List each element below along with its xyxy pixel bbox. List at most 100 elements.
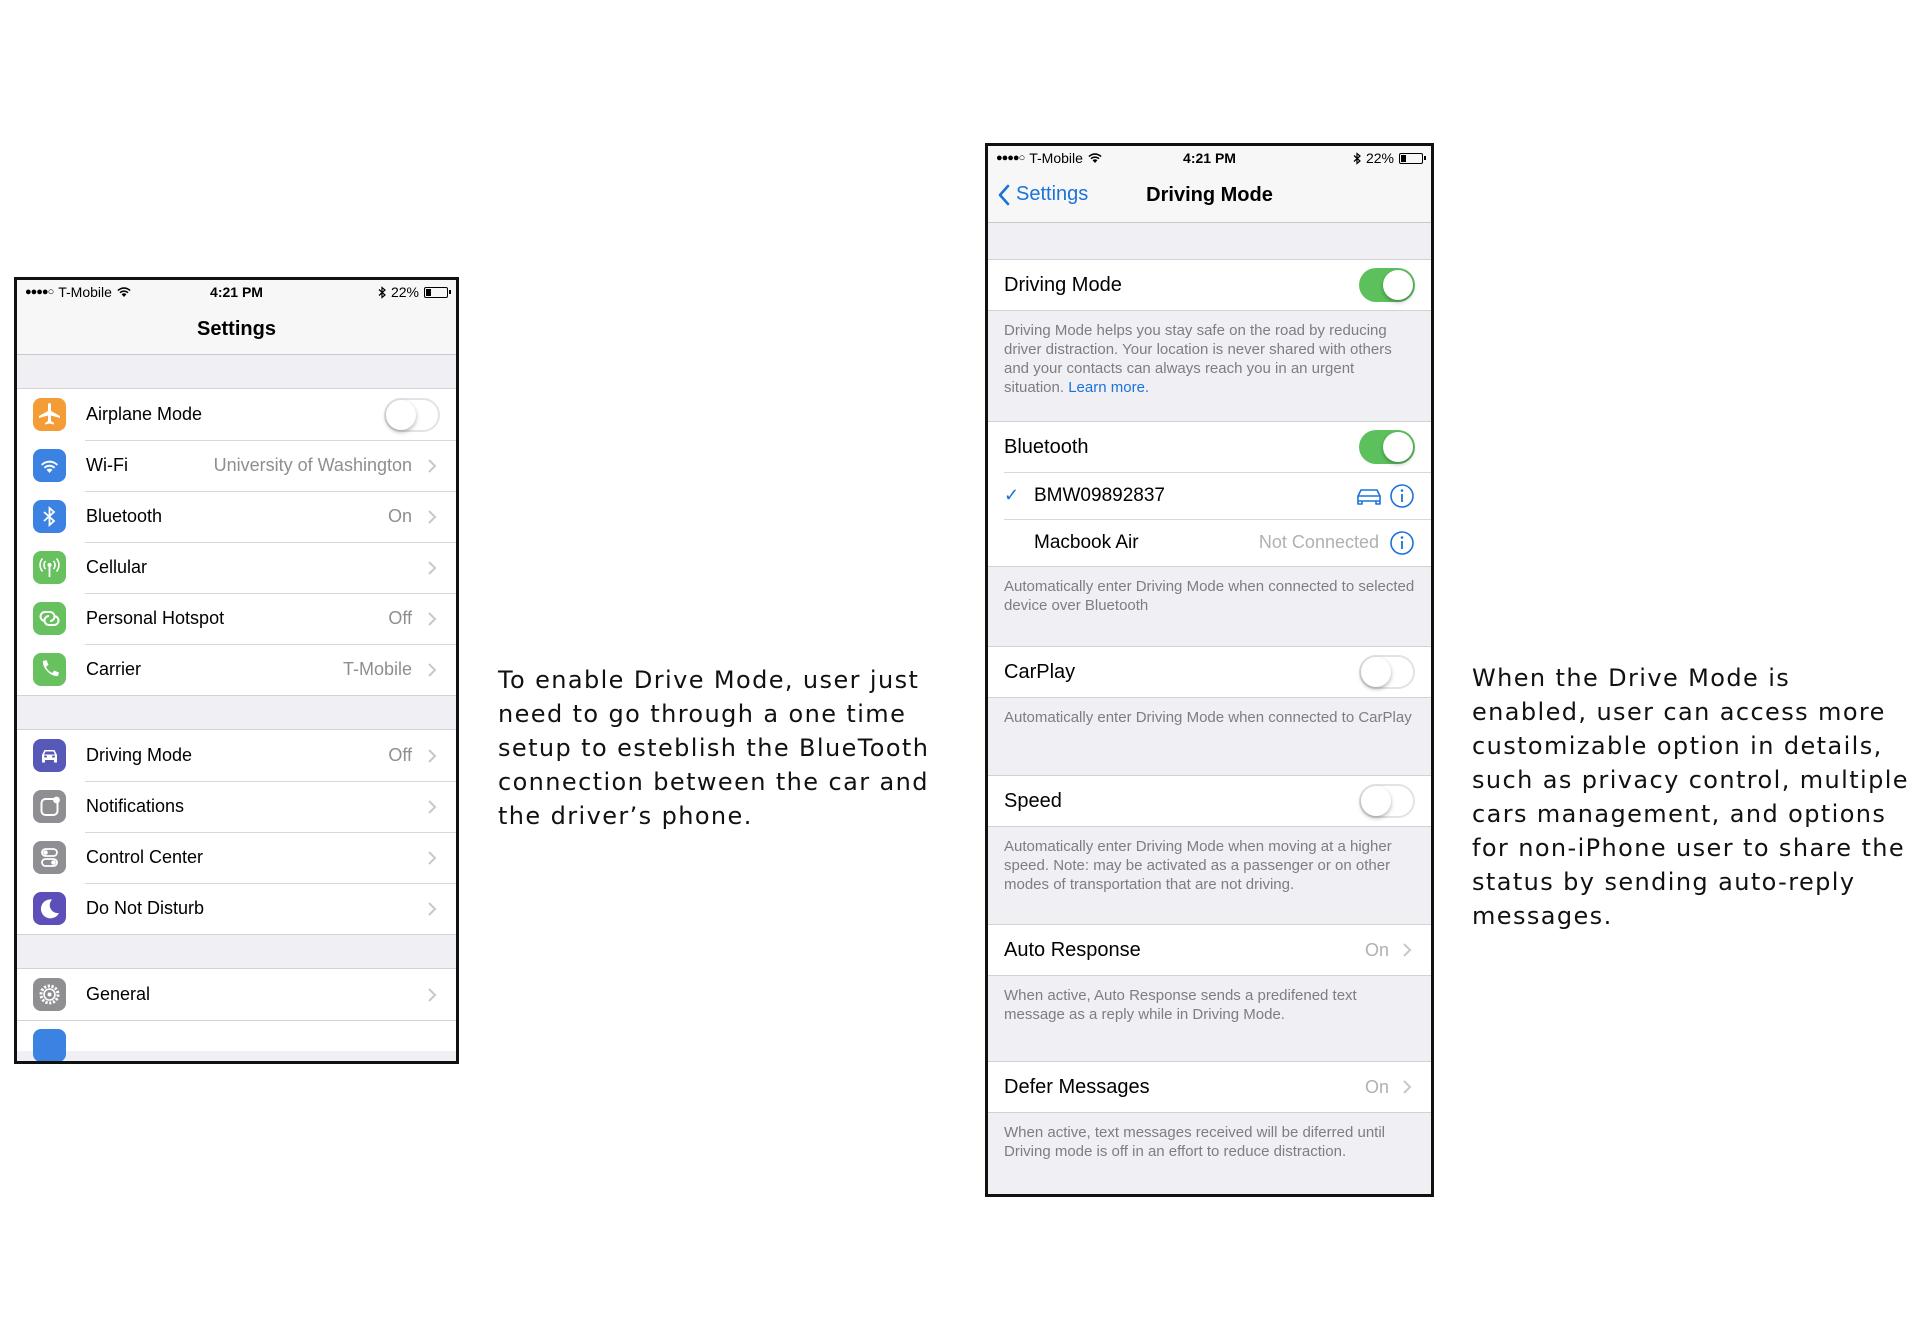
airplane-mode-toggle[interactable] [384, 397, 440, 432]
row-value: University of Washington [213, 455, 412, 475]
battery-percent: 22% [390, 284, 419, 300]
notifications-icon [33, 790, 66, 823]
bluetooth-status-icon [1353, 151, 1361, 165]
settings-row-notifications[interactable]: Notifications [17, 781, 456, 832]
chevron-right-icon [428, 799, 437, 814]
wifi-icon [33, 449, 66, 482]
signal-dots-icon: ●●●●○ [996, 152, 1025, 164]
settings-row-airplane-mode[interactable]: Airplane Mode [17, 389, 456, 440]
row-label: General [86, 984, 151, 1004]
settings-row-bluetooth[interactable]: Bluetooth On [17, 491, 456, 542]
row-label: Driving Mode [86, 745, 193, 765]
row-value: Off [388, 608, 412, 628]
next-row-partial [17, 1021, 456, 1061]
car-icon [1357, 488, 1381, 505]
status-time: 4:21 PM [210, 284, 263, 300]
row-value: On [387, 506, 412, 526]
auto-response-row[interactable]: Auto Response On [988, 925, 1431, 975]
nav-bar: Settings Driving Mode [988, 170, 1431, 223]
row-label: Do Not Disturb [86, 898, 205, 918]
auto-response-label: Auto Response [1004, 938, 1141, 961]
chevron-right-icon [428, 458, 437, 473]
driving-mode-screen: ●●●●○ T-Mobile 4:21 PM 22% Settings Driv… [985, 143, 1434, 1197]
learn-more-link[interactable]: Learn more. [1068, 379, 1149, 396]
driving-mode-description: Driving Mode helps you stay safe on the … [1004, 322, 1392, 396]
defer-messages-value: On [1364, 1076, 1389, 1097]
row-label: Control Center [86, 847, 204, 867]
settings-row-control-center[interactable]: Control Center [17, 832, 456, 883]
settings-row-do-not-disturb[interactable]: Do Not Disturb [17, 883, 456, 934]
battery-percent: 22% [1365, 150, 1394, 166]
carrier-label: T-Mobile [58, 284, 112, 300]
driving-mode-toggle[interactable] [1359, 268, 1415, 302]
chevron-right-icon [428, 509, 437, 524]
phone-icon [33, 653, 66, 686]
carrier-label: T-Mobile [1029, 150, 1083, 166]
defer-messages-row[interactable]: Defer Messages On [988, 1062, 1431, 1112]
battery-icon [1399, 152, 1426, 164]
bluetooth-status-icon [378, 285, 386, 299]
page-title: Settings [197, 318, 276, 340]
auto-response-group: Auto Response On [988, 924, 1431, 976]
device-row-bmw[interactable]: ✓ BMW09892837 [988, 472, 1431, 519]
info-icon[interactable] [1389, 530, 1415, 556]
control-center-icon [33, 841, 66, 874]
speed-group: Speed [988, 775, 1431, 827]
gear-icon [33, 978, 66, 1011]
row-value: Off [388, 745, 412, 765]
row-label: Cellular [86, 557, 148, 577]
settings-group-connectivity: Airplane Mode Wi-Fi University of Washingt… [17, 388, 456, 696]
hotspot-icon [33, 602, 66, 635]
bluetooth-description: Automatically enter Driving Mode when co… [1004, 578, 1415, 614]
settings-row-carrier[interactable]: Carrier T-Mobile [17, 644, 456, 695]
row-label: Bluetooth [86, 506, 163, 526]
chevron-right-icon [428, 611, 437, 626]
info-icon[interactable] [1389, 483, 1415, 509]
speed-toggle[interactable] [1359, 784, 1415, 818]
battery-icon [424, 286, 451, 298]
carplay-group: CarPlay [988, 646, 1431, 698]
device-row-macbook[interactable]: Macbook Air Not Connected [988, 519, 1431, 566]
status-time: 4:21 PM [1183, 150, 1236, 166]
row-label: Wi-Fi [86, 455, 128, 475]
carplay-label: CarPlay [1004, 660, 1076, 683]
carplay-description: Automatically enter Driving Mode when co… [1004, 709, 1412, 726]
chevron-right-icon [428, 662, 437, 677]
airplane-icon [33, 398, 66, 431]
caption-features: When the Drive Mode is enabled, user can… [1472, 664, 1909, 930]
device-status: Not Connected [1258, 532, 1379, 552]
row-label: Notifications [86, 796, 185, 816]
settings-row-cellular[interactable]: Cellular [17, 542, 456, 593]
chevron-right-icon [1403, 1080, 1412, 1094]
wifi-status-icon [1088, 152, 1102, 163]
driving-mode-group: Driving Mode [988, 259, 1431, 311]
bluetooth-label: Bluetooth [1004, 435, 1089, 458]
car-icon [33, 739, 66, 772]
chevron-right-icon [428, 850, 437, 865]
signal-dots-icon: ●●●●○ [25, 286, 54, 298]
driving-mode-label: Driving Mode [1004, 273, 1122, 296]
bluetooth-toggle[interactable] [1359, 430, 1415, 464]
defer-messages-description: When active, text messages received will… [1004, 1124, 1386, 1160]
settings-row-general[interactable]: General [17, 969, 456, 1020]
settings-group-modes: Driving Mode Off Notifications Control Cent… [17, 729, 456, 935]
carplay-toggle[interactable] [1359, 655, 1415, 689]
device-name: BMW09892837 [1034, 484, 1165, 506]
chevron-right-icon [428, 748, 437, 763]
auto-response-value: On [1364, 939, 1389, 960]
settings-group-general: General [17, 968, 456, 1021]
defer-messages-label: Defer Messages [1004, 1075, 1150, 1098]
page-title: Driving Mode [1146, 184, 1273, 206]
chevron-right-icon [428, 987, 437, 1002]
settings-row-personal-hotspot[interactable]: Personal Hotspot Off [17, 593, 456, 644]
device-name: Macbook Air [1034, 531, 1139, 553]
speed-label: Speed [1004, 789, 1062, 812]
settings-row-wi-fi[interactable]: Wi-Fi University of Washington [17, 440, 456, 491]
settings-row-driving-mode[interactable]: Driving Mode Off [17, 730, 456, 781]
nav-bar: Settings [17, 304, 456, 355]
chevron-right-icon [428, 560, 437, 575]
moon-icon [33, 892, 66, 925]
bluetooth-icon [33, 500, 66, 533]
auto-response-description: When active, Auto Response sends a predi… [1004, 987, 1357, 1023]
bluetooth-group: Bluetooth ✓ BMW09892837 Macbook Air Not … [988, 421, 1431, 567]
